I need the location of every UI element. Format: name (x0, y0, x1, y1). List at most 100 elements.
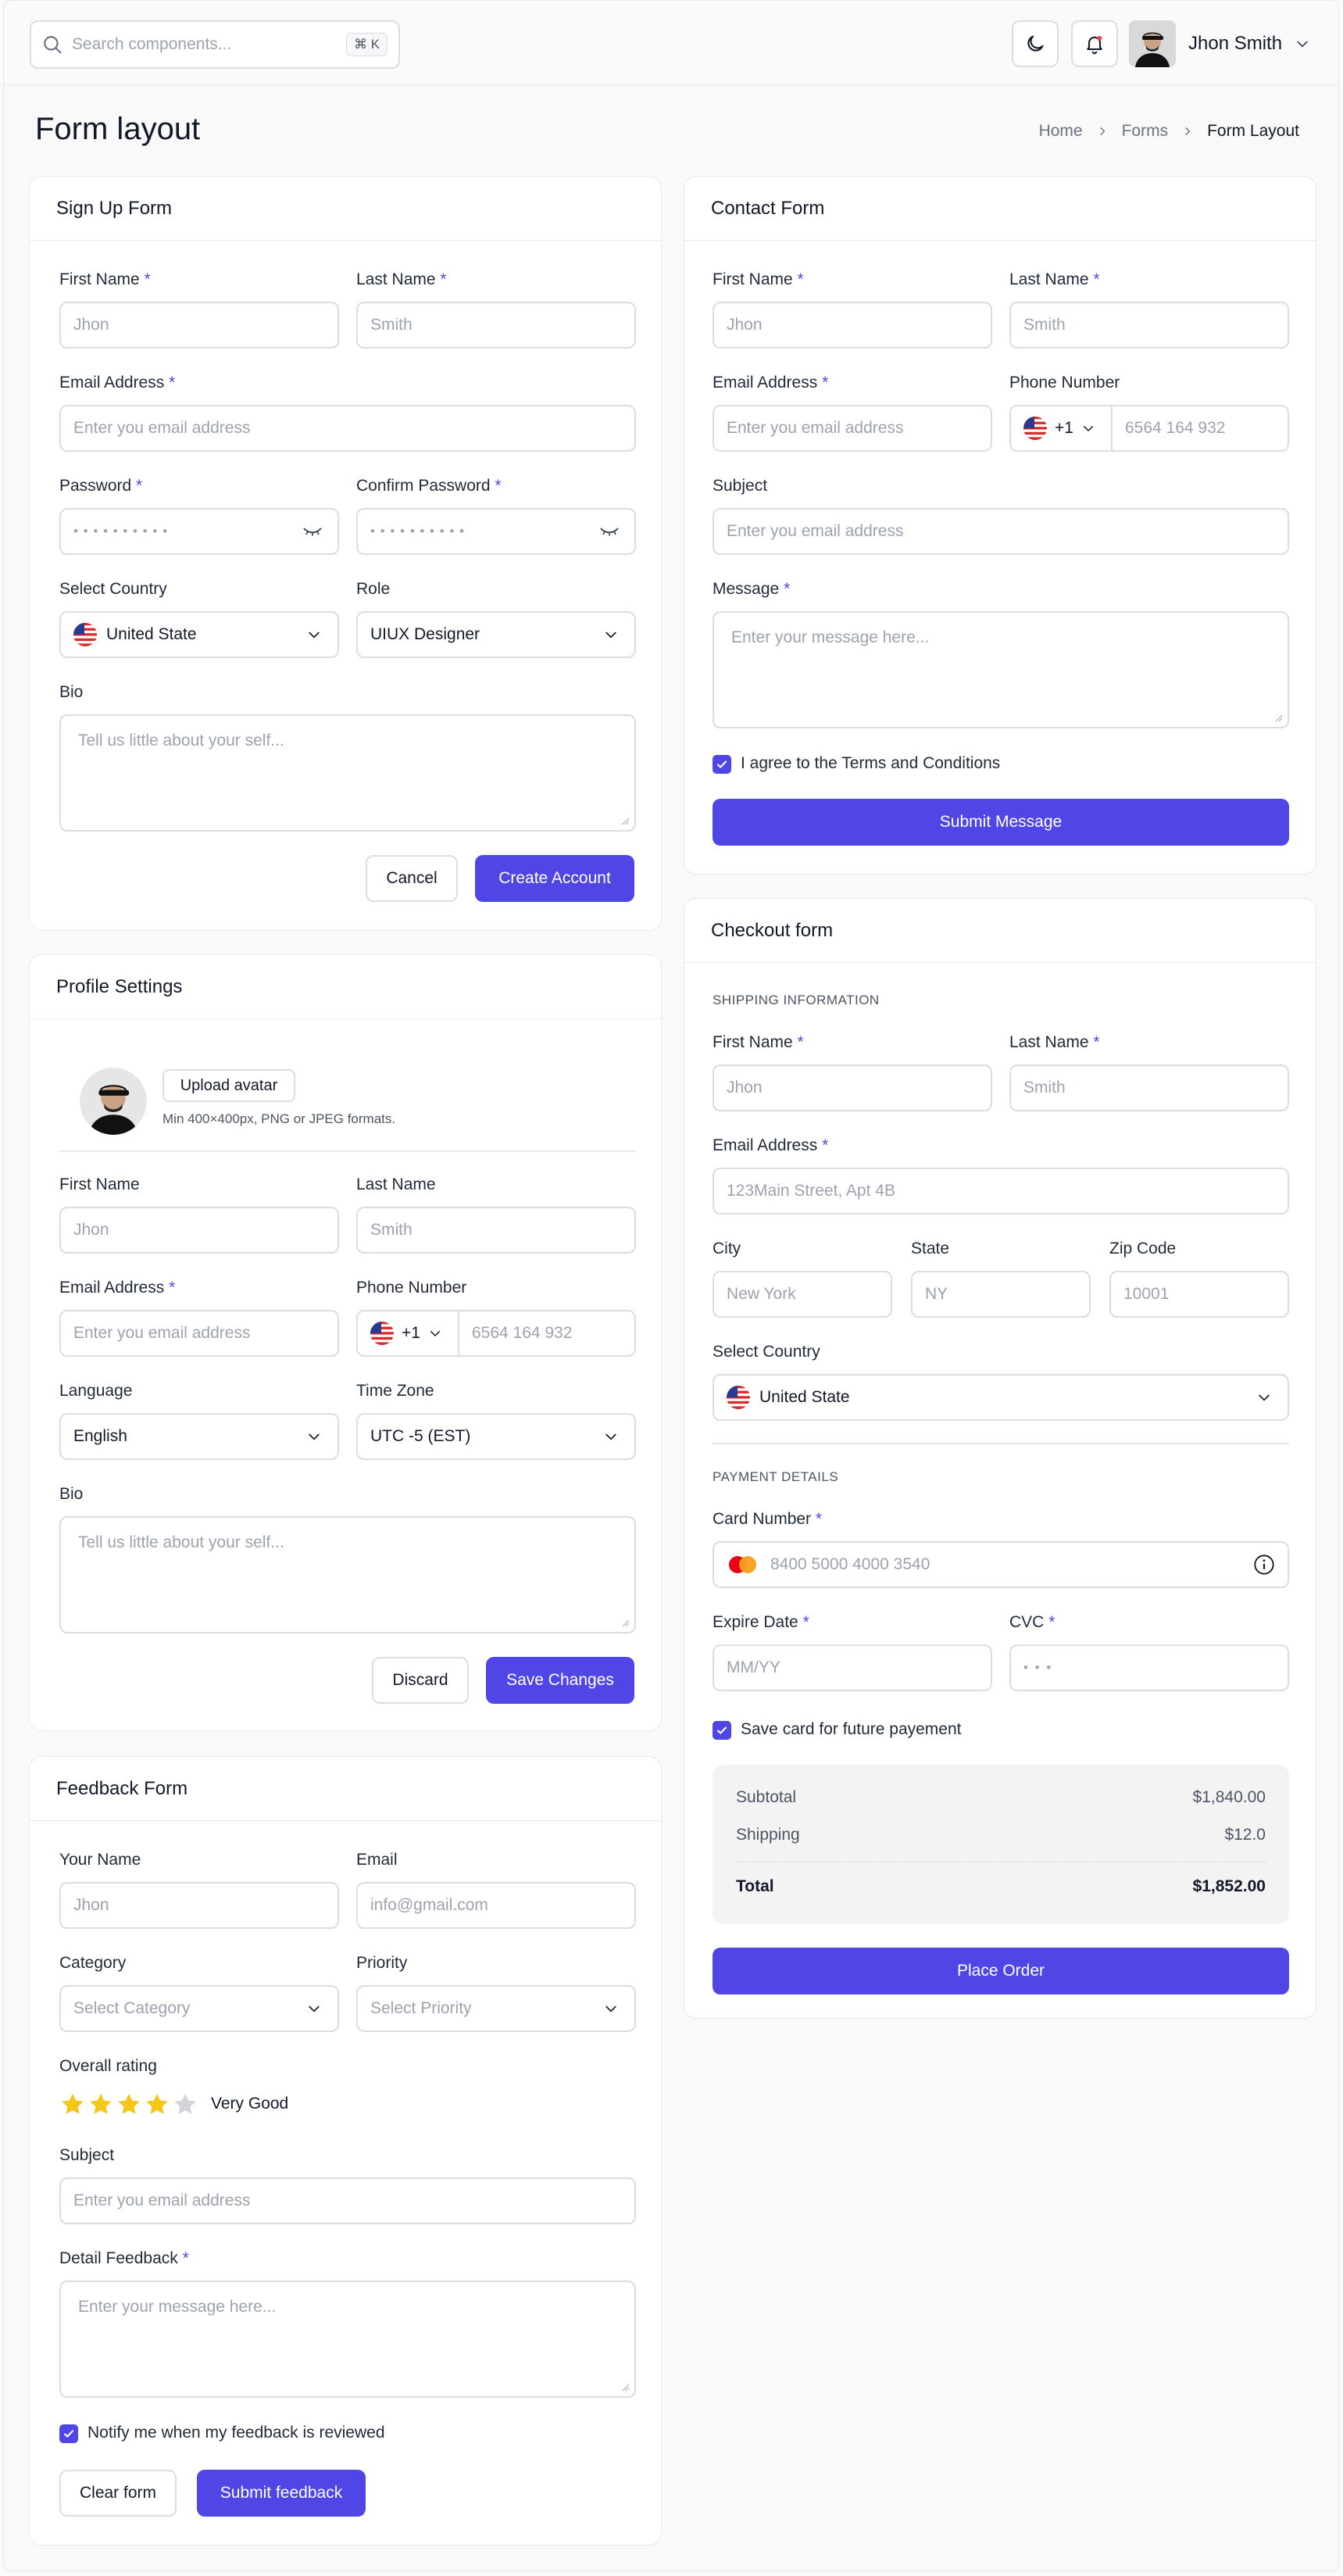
eye-closed-icon[interactable] (302, 524, 323, 539)
first-name-input[interactable]: Jhon (713, 302, 992, 349)
user-name: Jhon Smith (1188, 33, 1283, 54)
address-input[interactable]: 123Main Street, Apt 4B (713, 1168, 1289, 1215)
submit-message-button[interactable]: Submit Message (713, 799, 1289, 846)
eye-closed-icon[interactable] (598, 524, 620, 539)
card-number-input[interactable]: 8400 5000 4000 3540 (713, 1541, 1289, 1588)
save-card-label: Save card for future payement (741, 1720, 962, 1738)
star-filled-icon[interactable] (116, 2091, 142, 2118)
checkout-card: Checkout form SHIPPING INFORMATION First… (684, 898, 1316, 2019)
star-filled-icon[interactable] (144, 2091, 170, 2118)
confirm-password-input[interactable]: • • • • • • • • • • (356, 508, 636, 555)
first-name-label: First Name (59, 1175, 140, 1193)
country-select[interactable]: United State (713, 1374, 1289, 1421)
priority-select[interactable]: Select Priority (356, 1985, 636, 2032)
phone-input[interactable]: +1 6564 164 932 (1009, 405, 1289, 452)
bio-textarea[interactable]: Tell us little about your self... (59, 714, 636, 832)
priority-label: Priority (356, 1954, 408, 1972)
star-filled-icon[interactable] (88, 2091, 114, 2118)
contact-title: Contact Form (684, 177, 1316, 241)
email-input[interactable]: Enter you email address (59, 1310, 339, 1357)
breadcrumb-home[interactable]: Home (1039, 122, 1083, 141)
save-card-checkbox[interactable] (713, 1721, 731, 1740)
place-order-button[interactable]: Place Order (713, 1948, 1289, 1995)
page-title: Form layout (35, 112, 201, 146)
email-label: Email Address * (713, 374, 829, 392)
search-input[interactable]: Search components... ⌘ K (30, 20, 400, 69)
subject-input[interactable]: Enter you email address (59, 2177, 636, 2224)
your-name-input[interactable]: Jhon (59, 1882, 339, 1929)
resize-handle-icon[interactable] (620, 1618, 630, 1627)
first-name-label: First Name * (713, 270, 804, 288)
info-icon[interactable] (1253, 1554, 1275, 1576)
last-name-label: Last Name * (1009, 1033, 1100, 1051)
bio-placeholder: Tell us little about your self... (78, 1533, 284, 1551)
shipping-value: $12.0 (1224, 1826, 1266, 1844)
country-code-select[interactable]: +1 (1011, 406, 1113, 450)
last-name-input[interactable]: Smith (1009, 1064, 1289, 1111)
search-icon (44, 36, 62, 54)
zip-input[interactable]: 10001 (1109, 1271, 1289, 1318)
last-name-input[interactable]: Smith (356, 302, 636, 349)
city-label: City (713, 1240, 741, 1258)
agree-checkbox[interactable] (713, 755, 731, 774)
language-label: Language (59, 1382, 133, 1400)
payment-section-title: PAYMENT DETAILS (713, 1469, 839, 1484)
upload-avatar-button[interactable]: Upload avatar (163, 1069, 295, 1102)
role-select[interactable]: UIUX Designer (356, 611, 636, 658)
save-changes-button[interactable]: Save Changes (486, 1657, 634, 1704)
theme-toggle-button[interactable] (1012, 20, 1059, 67)
card-number-label: Card Number * (713, 1510, 823, 1528)
detail-feedback-textarea[interactable]: Enter your message here... (59, 2281, 636, 2398)
email-label: Email (356, 1851, 398, 1869)
last-name-input[interactable]: Smith (356, 1207, 636, 1254)
city-input[interactable]: New York (713, 1271, 892, 1318)
rating-text: Very Good (211, 2095, 289, 2113)
first-name-input[interactable]: Jhon (713, 1064, 992, 1111)
email-input[interactable]: info@gmail.com (356, 1882, 636, 1929)
expire-date-input[interactable]: MM/YY (713, 1644, 992, 1691)
email-input[interactable]: Enter you email address (59, 405, 636, 452)
state-input[interactable]: NY (911, 1271, 1091, 1318)
language-value: English (73, 1427, 127, 1445)
message-textarea[interactable]: Enter your message here... (713, 611, 1289, 728)
clear-form-button[interactable]: Clear form (59, 2470, 177, 2517)
subject-input[interactable]: Enter you email address (713, 508, 1289, 555)
resize-handle-icon[interactable] (1273, 713, 1283, 722)
notify-checkbox[interactable] (59, 2424, 78, 2443)
country-code-select[interactable]: +1 (358, 1311, 459, 1355)
category-select[interactable]: Select Category (59, 1985, 339, 2032)
bio-textarea[interactable]: Tell us little about your self... (59, 1516, 636, 1633)
email-input[interactable]: Enter you email address (713, 405, 992, 452)
detail-feedback-label: Detail Feedback * (59, 2249, 189, 2267)
create-account-button[interactable]: Create Account (475, 855, 634, 902)
mastercard-icon (729, 1556, 756, 1573)
password-input[interactable]: • • • • • • • • • • (59, 508, 339, 555)
first-name-input[interactable]: Jhon (59, 302, 339, 349)
cvc-input[interactable]: • • • (1009, 1644, 1289, 1691)
chevron-down-icon (430, 1331, 440, 1337)
app-frame: Search components... ⌘ K Jhon Smith Form… (3, 0, 1339, 2571)
resize-handle-icon[interactable] (620, 2382, 630, 2392)
us-flag-icon (73, 623, 97, 646)
notifications-button[interactable] (1071, 20, 1118, 67)
shipping-row: Shipping $12.0 (736, 1826, 1266, 1844)
first-name-input[interactable]: Jhon (59, 1207, 339, 1254)
star-filled-icon[interactable] (59, 2091, 86, 2118)
category-label: Category (59, 1954, 127, 1972)
discard-button[interactable]: Discard (372, 1657, 469, 1704)
submit-feedback-button[interactable]: Submit feedback (197, 2470, 366, 2517)
bell-icon (1087, 35, 1102, 55)
star-rating[interactable] (59, 2091, 200, 2118)
breadcrumb-forms[interactable]: Forms (1122, 122, 1169, 141)
timezone-select[interactable]: UTC -5 (EST) (356, 1413, 636, 1460)
star-empty-icon[interactable] (172, 2091, 198, 2118)
last-name-input[interactable]: Smith (1009, 302, 1289, 349)
country-select[interactable]: United State (59, 611, 339, 658)
language-select[interactable]: English (59, 1413, 339, 1460)
cancel-button[interactable]: Cancel (366, 855, 458, 902)
chevron-right-icon (1185, 127, 1191, 136)
resize-handle-icon[interactable] (620, 816, 630, 825)
phone-input[interactable]: +1 6564 164 932 (356, 1310, 636, 1357)
bio-label: Bio (59, 683, 84, 701)
user-menu[interactable]: Jhon Smith (1129, 20, 1310, 68)
